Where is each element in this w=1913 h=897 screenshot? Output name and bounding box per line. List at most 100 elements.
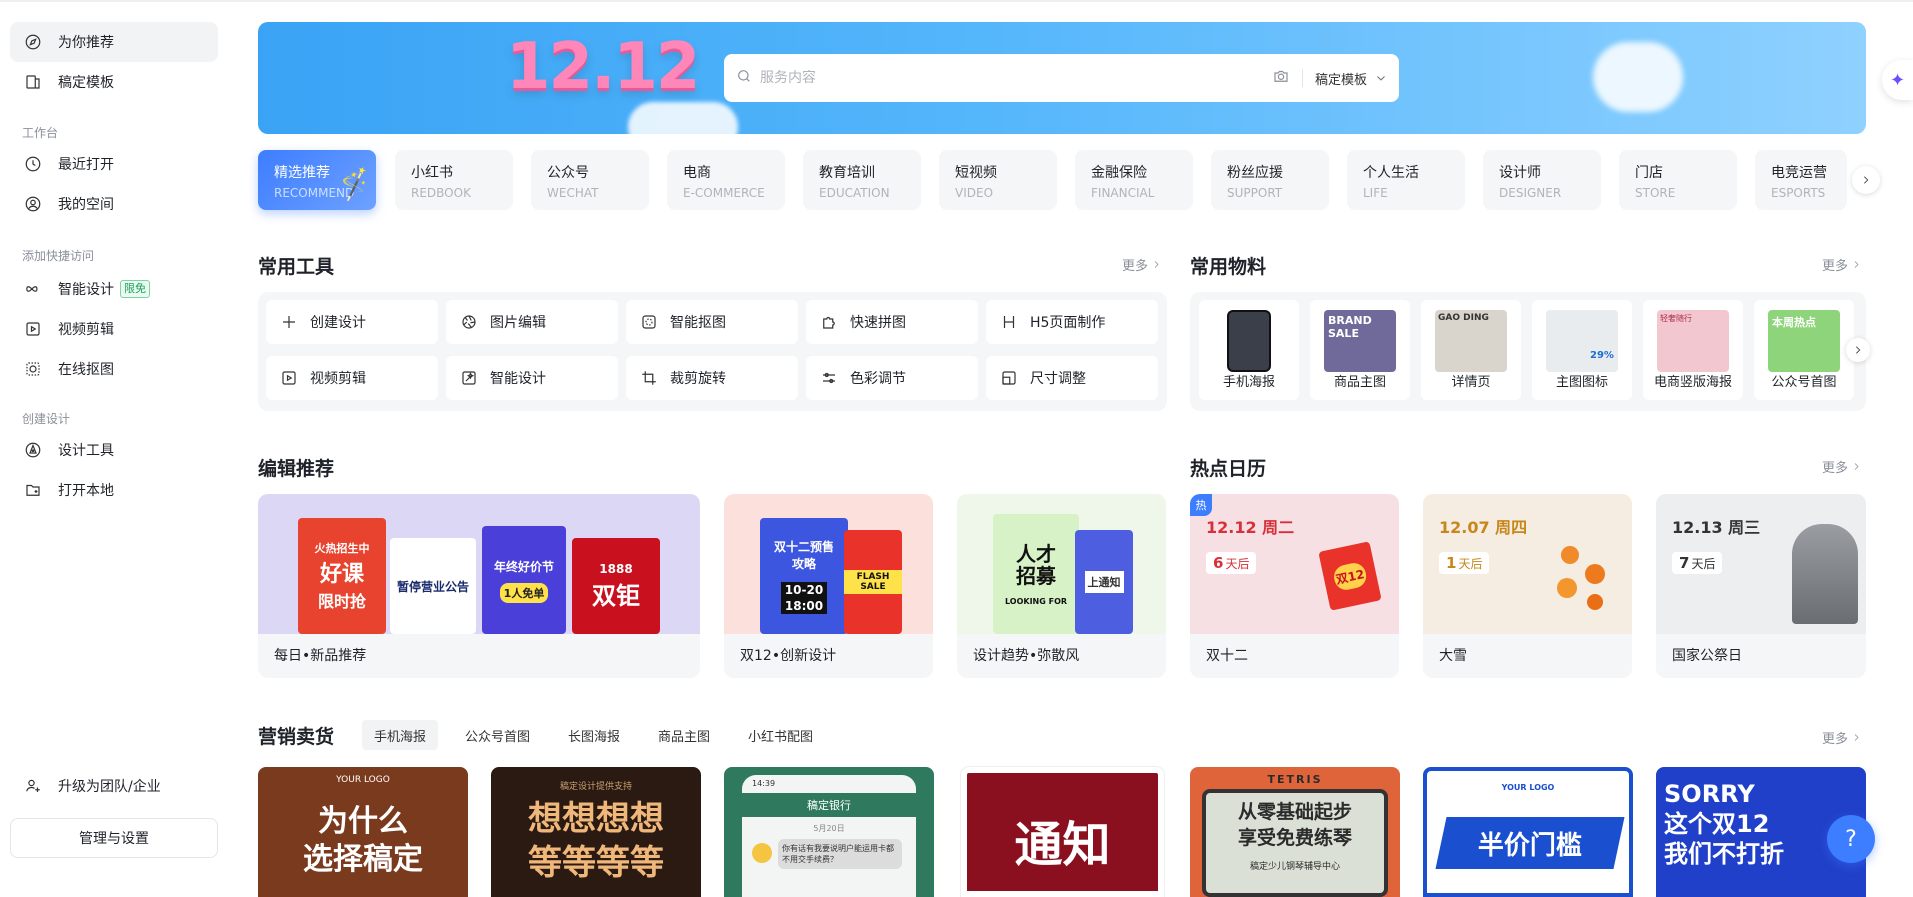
tool-smart-cutout[interactable]: 智能抠图: [626, 300, 798, 344]
material-item[interactable]: 本周热点 公众号首图: [1754, 300, 1854, 400]
category-chip[interactable]: 个人生活 LIFE: [1347, 150, 1465, 210]
material-item[interactable]: GAO DING 详情页: [1421, 300, 1521, 400]
search-scope-value: 稿定模板: [1314, 72, 1367, 88]
upgrade-team-link[interactable]: 升级为团队/企业: [10, 766, 218, 806]
sidebar-item-smart-design[interactable]: 智能设计 限免: [10, 269, 218, 309]
help-button[interactable]: ?: [1827, 815, 1875, 863]
sidebar-item-my-space[interactable]: 我的空间: [10, 184, 218, 224]
sidebar-item-video-edit[interactable]: 视频剪辑: [10, 309, 218, 349]
card-logo-text: YOUR LOGO: [1501, 783, 1555, 792]
marketing-card[interactable]: YOUR LOGO 为什么 选择稿定: [258, 767, 468, 897]
marketing-card[interactable]: 稿定设计提供支持 想想想想 等等等等: [491, 767, 701, 897]
category-sublabel: WECHAT: [547, 186, 599, 200]
category-chip[interactable]: 门店 STORE: [1619, 150, 1737, 210]
material-item[interactable]: 29% 主图图标: [1532, 300, 1632, 400]
chat-date: 5月20日: [813, 824, 845, 833]
marketing-card[interactable]: YOUR LOGO 半价门槛: [1423, 767, 1633, 897]
sidebar-item-recommend[interactable]: 为你推荐: [10, 22, 218, 62]
poster-thumbnail: 暂停营业公告: [390, 538, 476, 634]
card-logo-text: YOUR LOGO: [336, 775, 390, 785]
sidebar-item-design-tools[interactable]: 设计工具: [10, 430, 218, 470]
sidebar-item-templates[interactable]: 稿定模板: [10, 62, 218, 102]
tool-smart-design[interactable]: 智能设计: [446, 356, 618, 400]
marketing-more-link[interactable]: 更多: [1822, 728, 1861, 747]
category-chip[interactable]: 小红书 REDBOOK: [395, 150, 513, 210]
product-main-thumbnail: BRAND SALE: [1324, 310, 1396, 372]
tool-label: 智能抠图: [670, 315, 726, 331]
category-chip[interactable]: 公众号 WECHAT: [531, 150, 649, 210]
tab-phone-poster[interactable]: 手机海报: [362, 720, 439, 750]
tool-label: 图片编辑: [490, 315, 546, 331]
tab-product-main[interactable]: 商品主图: [646, 720, 722, 750]
tool-color-adjust[interactable]: 色彩调节: [806, 356, 978, 400]
quick-access-section-title: 添加快捷访问: [22, 249, 95, 263]
calendar-more-link[interactable]: 更多: [1822, 457, 1861, 476]
editorial-card[interactable]: 人才招募 LOOKING FOR 上通知 设计趋势•弥散风: [957, 494, 1166, 678]
tool-quick-collage[interactable]: 快速拼图: [806, 300, 978, 344]
category-label: 教育培训: [819, 165, 875, 181]
material-label: 公众号首图: [1771, 375, 1837, 390]
calendar-card[interactable]: 12.13 周三 7 天后 国家公祭日: [1656, 494, 1866, 678]
calendar-card[interactable]: 热 12.12 周二 6 天后 双12 双十二: [1190, 494, 1399, 678]
category-chip[interactable]: 粉丝应援 SUPPORT: [1211, 150, 1329, 210]
tool-crop-rotate[interactable]: 裁剪旋转: [626, 356, 798, 400]
calendar-image: 热 12.12 周二 6 天后 双12: [1190, 494, 1399, 634]
search-scope-dropdown[interactable]: 稿定模板: [1315, 69, 1387, 88]
tool-h5-page[interactable]: H5页面制作: [986, 300, 1158, 344]
sidebar-item-recent[interactable]: 最近打开: [10, 144, 218, 184]
tab-redbook-image[interactable]: 小红书配图: [736, 720, 825, 750]
tab-long-poster[interactable]: 长图海报: [556, 720, 632, 750]
category-chip[interactable]: 电竞运营 ESPORTS: [1755, 150, 1847, 210]
materials-next-button[interactable]: [1846, 338, 1870, 362]
tools-more-link[interactable]: 更多: [1122, 255, 1161, 274]
poster-thumbnail: FLASH SALE: [844, 530, 902, 634]
tool-resize[interactable]: 尺寸调整: [986, 356, 1158, 400]
manage-settings-button[interactable]: 管理与设置: [10, 818, 218, 858]
tools-title: 常用工具: [258, 256, 335, 278]
category-sublabel: STORE: [1635, 186, 1676, 200]
camera-search-icon[interactable]: [1272, 67, 1290, 89]
search-divider: [1301, 69, 1303, 87]
editorial-caption: 双12•创新设计: [740, 648, 837, 664]
detail-page-thumbnail: GAO DING: [1435, 310, 1507, 372]
tool-label: 裁剪旋转: [670, 371, 726, 387]
category-sublabel: EDUCATION: [819, 186, 890, 200]
template-icon: [24, 73, 42, 91]
ai-assistant-button[interactable]: ✦: [1882, 60, 1913, 100]
search-input[interactable]: [760, 70, 1272, 86]
editorial-card[interactable]: 双十二预售攻略 10-20 18:00 FLASH SALE 双12•创新设计: [724, 494, 933, 678]
poster-thumbnail: 年终好价节 1人免单: [482, 526, 566, 634]
poster-text: 双十二预售攻略: [774, 540, 835, 571]
tab-wechat-cover[interactable]: 公众号首图: [453, 720, 542, 750]
poster-thumbnail: 上通知: [1075, 530, 1133, 634]
material-item[interactable]: BRAND SALE 商品主图: [1310, 300, 1410, 400]
screen-frame: 从零基础起步 享受免费练琴 稿定少儿钢琴辅导中心: [1202, 789, 1388, 897]
category-chip[interactable]: 短视频 VIDEO: [939, 150, 1057, 210]
marketing-card[interactable]: 通知: [960, 766, 1165, 897]
sidebar-item-cutout[interactable]: 在线抠图: [10, 349, 218, 389]
category-chip[interactable]: 设计师 DESIGNER: [1483, 150, 1601, 210]
poster-text: 好课: [319, 562, 364, 587]
category-next-button[interactable]: [1852, 166, 1880, 194]
category-chip[interactable]: 教育培训 EDUCATION: [803, 150, 921, 210]
marketing-card[interactable]: TETRIS 从零基础起步 享受免费练琴 稿定少儿钢琴辅导中心: [1190, 767, 1400, 897]
material-item[interactable]: 轻奢随行 电商竖版海报: [1643, 300, 1743, 400]
category-chip[interactable]: 精选推荐 RECOMMEND 🪄: [258, 150, 376, 210]
materials-title: 常用物料: [1190, 256, 1267, 278]
category-chip[interactable]: 金融保险 FINANCIAL: [1075, 150, 1193, 210]
tool-create-design[interactable]: 创建设计: [266, 300, 438, 344]
editorial-card[interactable]: 火热招生中 好课 限时抢 暂停营业公告 年终好价节 1人免单 1888 双钜 每…: [258, 494, 700, 678]
category-label: 门店: [1635, 165, 1663, 181]
sidebar-item-open-local[interactable]: 打开本地: [10, 470, 218, 510]
poster-text: 10-20: [780, 582, 828, 598]
materials-more-link[interactable]: 更多: [1822, 255, 1861, 274]
tool-image-edit[interactable]: 图片编辑: [446, 300, 618, 344]
marketing-card[interactable]: 14:39 稿定银行 5月20日 你有话有我要说明户能运用卡都不用交手续费？: [724, 767, 934, 897]
tool-video-edit[interactable]: 视频剪辑: [266, 356, 438, 400]
material-item[interactable]: 手机海报: [1199, 300, 1299, 400]
calendar-card[interactable]: 12.07 周四 1 天后 大雪: [1423, 494, 1632, 678]
calendar-days-left: 7 天后: [1672, 552, 1723, 574]
category-chip[interactable]: 电商 E-COMMERCE: [667, 150, 785, 210]
cutout-icon: [642, 315, 656, 329]
hot-tag: 热: [1190, 494, 1212, 516]
